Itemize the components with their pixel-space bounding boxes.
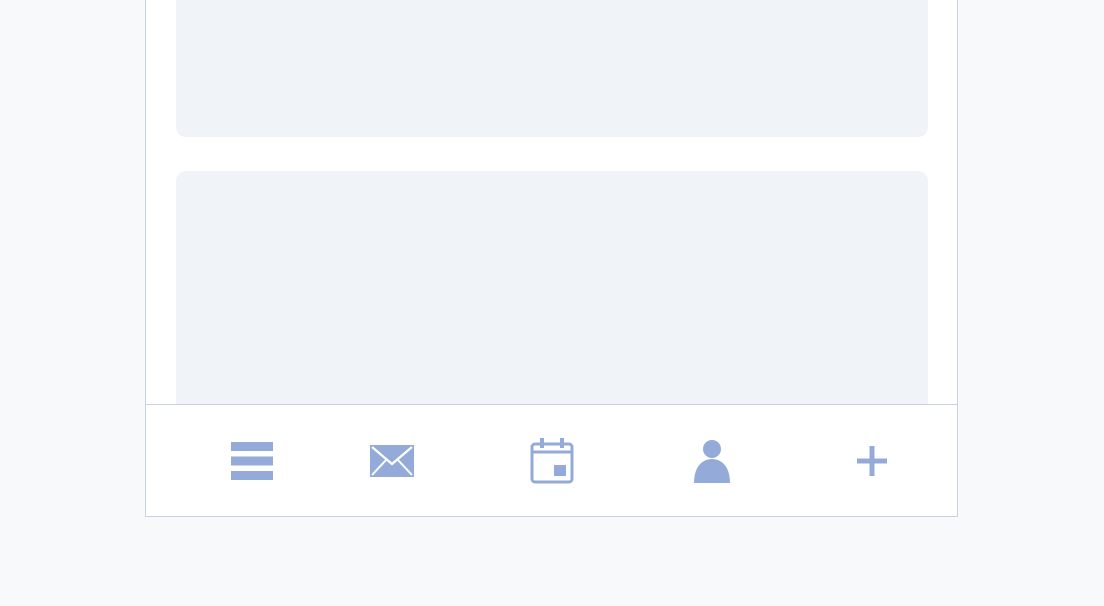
- mail-icon: [370, 445, 414, 477]
- calendar-icon: [530, 438, 574, 484]
- menu-icon: [231, 442, 273, 480]
- tab-add[interactable]: [842, 431, 902, 491]
- tab-menu[interactable]: [222, 431, 282, 491]
- profile-icon: [694, 440, 730, 483]
- content-area: [146, 0, 957, 404]
- tab-mail[interactable]: [362, 431, 422, 491]
- tab-profile[interactable]: [682, 431, 742, 491]
- content-card[interactable]: [176, 171, 928, 404]
- content-card[interactable]: [176, 0, 928, 137]
- app-frame: [145, 0, 958, 517]
- tab-calendar[interactable]: [522, 431, 582, 491]
- bottom-tab-bar: [146, 404, 957, 516]
- plus-icon: [857, 446, 887, 476]
